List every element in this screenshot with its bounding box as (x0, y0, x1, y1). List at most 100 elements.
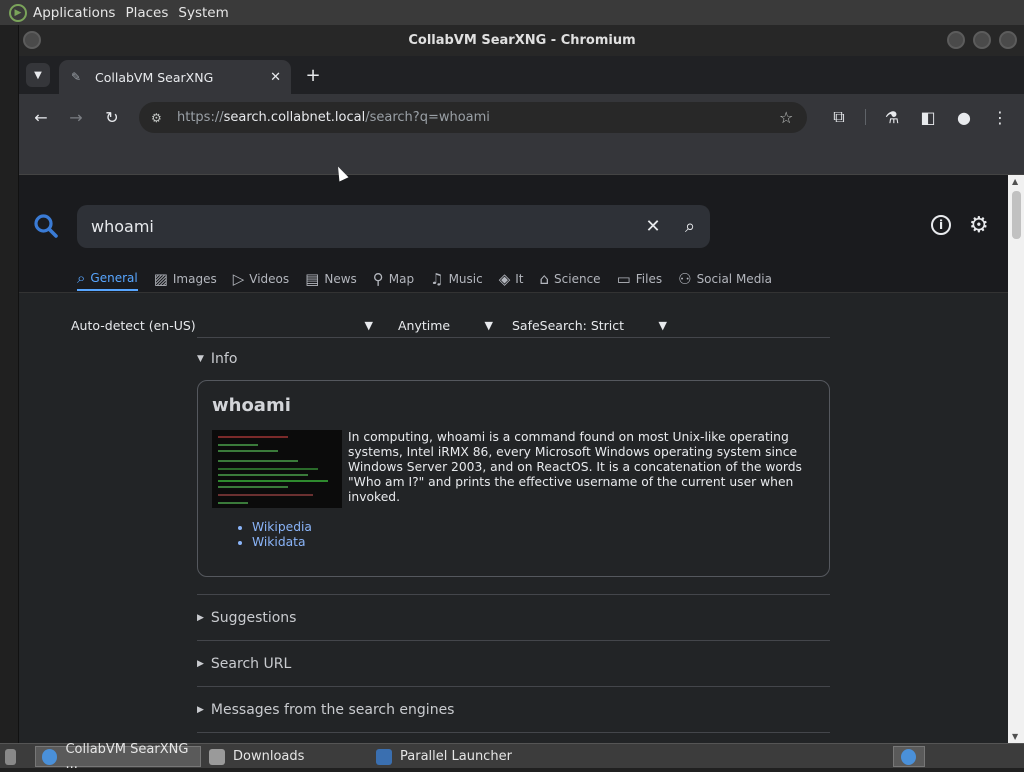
chromium-icon (901, 748, 916, 765)
reload-icon: ↻ (105, 107, 119, 127)
search-header: whoami ✕ ⌕ i ⚙ ⌕ General ▨ Images ▷ Videos … (19, 175, 1008, 293)
language-select[interactable]: Auto-detect (en-US) ▼ (71, 318, 373, 333)
workspace-switcher[interactable] (893, 746, 925, 767)
clear-search-icon[interactable]: ✕ (636, 216, 670, 237)
infobox-description: In computing, whoami is a command found … (348, 430, 802, 504)
safesearch-value: SafeSearch: Strict (512, 317, 625, 333)
safesearch-select[interactable]: SafeSearch: Strict ▼ (512, 318, 667, 333)
suggestions-toggle[interactable]: ▶ Suggestions (197, 595, 830, 640)
site-info-icon[interactable]: ⚙ (151, 111, 169, 125)
parallel-launcher-icon (376, 748, 392, 765)
taskbar-item-label: Downloads (233, 749, 305, 764)
section-label: Suggestions (210, 609, 297, 626)
search-input[interactable]: whoami (91, 217, 636, 236)
tab-social-media[interactable]: ⚇ Social Media (678, 267, 772, 291)
reload-button[interactable]: ↻ (96, 101, 128, 133)
wikipedia-link[interactable]: Wikipedia (252, 520, 815, 535)
gear-icon[interactable]: ⚙ (969, 213, 989, 238)
page-scrollbar[interactable]: ▲ ▼ (1008, 175, 1024, 743)
taskbar-item-chromium[interactable]: CollabVM SearXNG ... (35, 742, 201, 772)
tab-news[interactable]: ▤ News (305, 267, 357, 291)
taskbar-item-label: Parallel Launcher (400, 749, 512, 764)
tab-music[interactable]: ♫ Music (430, 267, 483, 291)
tab-searxng[interactable]: ✎ CollabVM SearXNG ✕ (59, 60, 291, 94)
tab-label: Music (448, 272, 483, 286)
profile-button[interactable]: ● (948, 101, 980, 133)
labs-button[interactable]: ⚗ (876, 101, 908, 133)
search-icon: ⌕ (77, 269, 86, 287)
searxng-favicon-icon: ✎ (71, 70, 82, 84)
menu-system[interactable]: System (178, 5, 228, 21)
time-range-select[interactable]: Anytime ▼ (398, 318, 493, 333)
flask-icon: ⚗ (884, 107, 900, 127)
toolbar-extension-area (19, 140, 1024, 175)
url-host: search.collabnet.local (223, 110, 366, 125)
chevron-down-icon: ▼ (484, 318, 493, 332)
browser-menu-button[interactable]: ⋮ (984, 101, 1016, 133)
infobox-thumbnail[interactable] (212, 430, 342, 508)
taskbar-item-downloads[interactable]: Downloads (203, 746, 363, 767)
desktop-icon (5, 748, 16, 765)
searxng-logo-icon[interactable] (33, 213, 59, 239)
back-button[interactable]: ← (25, 101, 57, 133)
tab-videos[interactable]: ▷ Videos (233, 267, 289, 291)
search-box[interactable]: whoami ✕ ⌕ (77, 205, 710, 248)
close-tab-icon[interactable]: ✕ (270, 70, 281, 85)
time-range-value: Anytime (398, 317, 451, 333)
triangle-right-icon: ▶ (197, 612, 204, 623)
taskbar-item-parallel-launcher[interactable]: Parallel Launcher (370, 746, 535, 767)
toolbar-divider (865, 109, 866, 125)
extensions-button[interactable]: ⧉ (823, 101, 855, 133)
scroll-down-icon[interactable]: ▼ (1012, 732, 1018, 741)
bookmark-star-icon[interactable]: ☆ (779, 108, 807, 127)
wikidata-link[interactable]: Wikidata (252, 535, 815, 550)
menu-applications[interactable]: Applications (33, 5, 115, 21)
tab-strip: ▼ ✎ CollabVM SearXNG ✕ + (19, 56, 1024, 94)
close-window-button[interactable] (999, 31, 1017, 49)
info-section-toggle[interactable]: ▼ Info (197, 338, 830, 380)
image-icon: ▨ (153, 270, 168, 288)
web-page: whoami ✕ ⌕ i ⚙ ⌕ General ▨ Images ▷ Videos … (19, 175, 1008, 743)
tab-images[interactable]: ▨ Images (154, 267, 217, 291)
new-tab-button[interactable]: + (302, 64, 324, 86)
tab-science[interactable]: ⌂ Science (540, 267, 601, 291)
tab-search-button[interactable]: ▼ (26, 63, 50, 87)
scrollbar-thumb[interactable] (1012, 191, 1021, 239)
users-icon: ⚇ (678, 270, 692, 288)
tab-it[interactable]: ◈ It (499, 267, 524, 291)
play-icon: ▷ (232, 270, 245, 288)
search-url-toggle[interactable]: ▶ Search URL (197, 641, 830, 686)
desktop-top-panel: ▶ Applications Places System (0, 0, 1024, 25)
maximize-button[interactable] (973, 31, 991, 49)
tab-title: CollabVM SearXNG (95, 69, 214, 85)
side-panel-button[interactable]: ◧ (912, 101, 944, 133)
tab-files[interactable]: ▭ Files (617, 267, 663, 291)
more-vert-icon: ⋮ (992, 107, 1008, 127)
language-value: Auto-detect (en-US) (71, 317, 196, 333)
info-icon[interactable]: i (931, 215, 951, 235)
window-menu-button[interactable] (23, 31, 41, 49)
menu-places[interactable]: Places (125, 5, 168, 21)
tab-label: Map (388, 272, 415, 286)
tab-general[interactable]: ⌕ General (77, 267, 138, 291)
forward-button[interactable]: → (60, 101, 92, 133)
arrow-left-icon: ← (34, 107, 48, 127)
engine-messages-toggle[interactable]: ▶ Messages from the search engines (197, 687, 830, 732)
tab-label: Science (554, 272, 601, 286)
minimize-button[interactable] (947, 31, 965, 49)
url-text[interactable]: https://search.collabnet.local/search?q=… (177, 110, 779, 125)
search-icon[interactable]: ⌕ (670, 216, 710, 237)
person-icon: ● (957, 107, 971, 127)
browser-toolbar: ← → ↻ ⚙ https://search.collabnet.local/s… (19, 94, 1024, 140)
taskbar-item-label: CollabVM SearXNG ... (65, 741, 189, 772)
address-bar[interactable]: ⚙ https://search.collabnet.local/search?… (139, 102, 807, 133)
show-desktop-button[interactable] (2, 746, 24, 767)
side-panel-icon: ◧ (920, 107, 936, 127)
scroll-up-icon[interactable]: ▲ (1012, 177, 1018, 186)
distro-logo-icon[interactable]: ▶ (9, 3, 27, 22)
folder-icon (209, 748, 225, 765)
tab-map[interactable]: ⚲ Map (373, 267, 414, 291)
window-titlebar[interactable]: CollabVM SearXNG - Chromium (19, 25, 1024, 56)
chevron-down-icon: ▼ (658, 318, 667, 332)
url-scheme: https:// (177, 110, 224, 125)
